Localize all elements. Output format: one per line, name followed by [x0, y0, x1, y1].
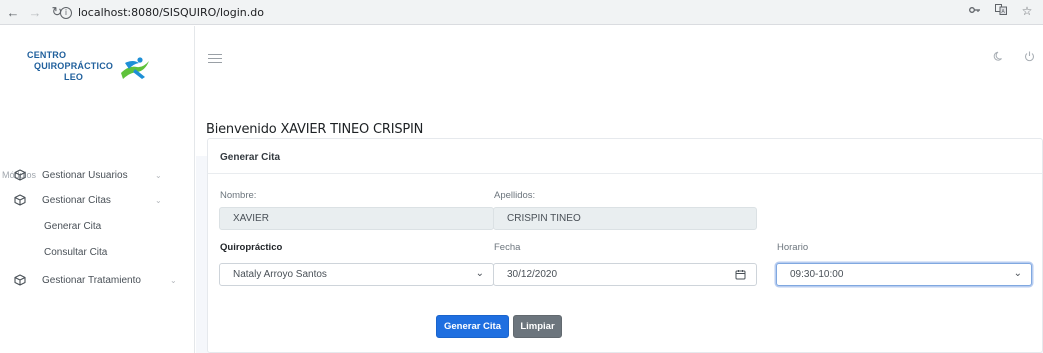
sidebar-subitem-generar-cita[interactable]: Generar Cita: [44, 221, 101, 232]
translate-icon[interactable]: A: [993, 4, 1009, 18]
logo-figure-icon: [121, 57, 149, 79]
calendar-icon[interactable]: [735, 269, 746, 280]
quiropractico-label: Quiropráctico: [220, 242, 283, 253]
horario-value: 09:30-10:00: [790, 269, 844, 280]
key-icon[interactable]: [967, 4, 983, 18]
horario-select[interactable]: 09:30-10:00 ⌄: [776, 263, 1032, 286]
limpiar-button[interactable]: Limpiar: [513, 315, 562, 338]
quiropractico-value: Nataly Arroyo Santos: [233, 269, 327, 280]
url-text: localhost:8080/SISQUIRO/login.do: [78, 6, 264, 19]
nombre-field[interactable]: XAVIER: [219, 207, 494, 230]
fecha-input[interactable]: 30/12/2020: [493, 263, 757, 286]
arrow-left-icon[interactable]: ←: [4, 3, 22, 21]
arrow-right-icon[interactable]: →: [26, 3, 44, 21]
apellidos-field[interactable]: CRISPIN TINEO: [493, 207, 757, 230]
sidebar-item-label: Gestionar Tratamiento: [42, 274, 141, 286]
power-icon[interactable]: [1024, 51, 1035, 65]
logo-text: CENTRO QUIROPRÁCTICO LEO: [27, 50, 114, 82]
star-icon[interactable]: ☆: [1019, 4, 1035, 18]
logo[interactable]: CENTRO QUIROPRÁCTICO LEO: [26, 50, 156, 106]
card-header: Generar Cita: [208, 139, 1042, 174]
welcome-title: Bienvenido XAVIER TINEO CRISPIN: [206, 122, 424, 137]
svg-text:A: A: [1001, 9, 1005, 15]
sidebar-item-gestionar-tratamiento[interactable]: Gestionar Tratamiento ⌄: [0, 270, 190, 290]
nombre-label: Nombre:: [220, 190, 257, 201]
nombre-value: XAVIER: [233, 213, 269, 224]
browser-toolbar: ← → ↻ i localhost:8080/SISQUIRO/login.do…: [0, 0, 1043, 25]
chevron-down-icon: ⌄: [170, 275, 177, 285]
address-bar[interactable]: i localhost:8080/SISQUIRO/login.do: [60, 3, 1025, 22]
quiropractico-select[interactable]: Nataly Arroyo Santos ⌄: [219, 263, 494, 286]
topbar-actions: [993, 51, 1035, 65]
fecha-value: 30/12/2020: [507, 269, 558, 280]
sidebar-item-label: Gestionar Citas: [42, 194, 111, 206]
hamburger-menu-icon[interactable]: [208, 54, 222, 64]
sidebar-item-gestionar-citas[interactable]: Gestionar Citas ⌄: [0, 190, 190, 210]
generar-cita-card: Generar Cita Nombre: XAVIER Apellidos: C…: [207, 138, 1043, 353]
browser-actions: A ☆: [967, 4, 1035, 18]
theme-icon[interactable]: [993, 51, 1004, 65]
info-icon[interactable]: i: [60, 6, 72, 19]
fecha-label: Fecha: [494, 242, 521, 253]
apellidos-label: Apellidos:: [494, 190, 536, 201]
apellidos-value: CRISPIN TINEO: [507, 213, 581, 224]
cube-icon: [14, 169, 26, 181]
cube-icon: [14, 194, 26, 206]
sidebar-subitem-consultar-cita[interactable]: Consultar Cita: [44, 247, 107, 258]
sidebar-item-label: Gestionar Usuarios: [42, 169, 128, 181]
generar-cita-button[interactable]: Generar Cita: [436, 315, 509, 338]
cube-icon: [14, 274, 26, 286]
top-bar: [196, 26, 1043, 96]
chevron-down-icon: ⌄: [155, 195, 162, 205]
chevron-down-icon: ⌄: [475, 268, 484, 279]
chevron-down-icon: ⌄: [155, 170, 162, 180]
sidebar: CENTRO QUIROPRÁCTICO LEO Módulos Gestion…: [0, 26, 195, 353]
card-title: Generar Cita: [220, 152, 281, 163]
main-content: Bienvenido XAVIER TINEO CRISPIN Generar …: [196, 26, 1043, 353]
chevron-down-icon: ⌄: [1013, 268, 1022, 279]
sidebar-item-gestionar-usuarios[interactable]: Gestionar Usuarios ⌄: [0, 165, 190, 185]
horario-label: Horario: [777, 242, 809, 253]
